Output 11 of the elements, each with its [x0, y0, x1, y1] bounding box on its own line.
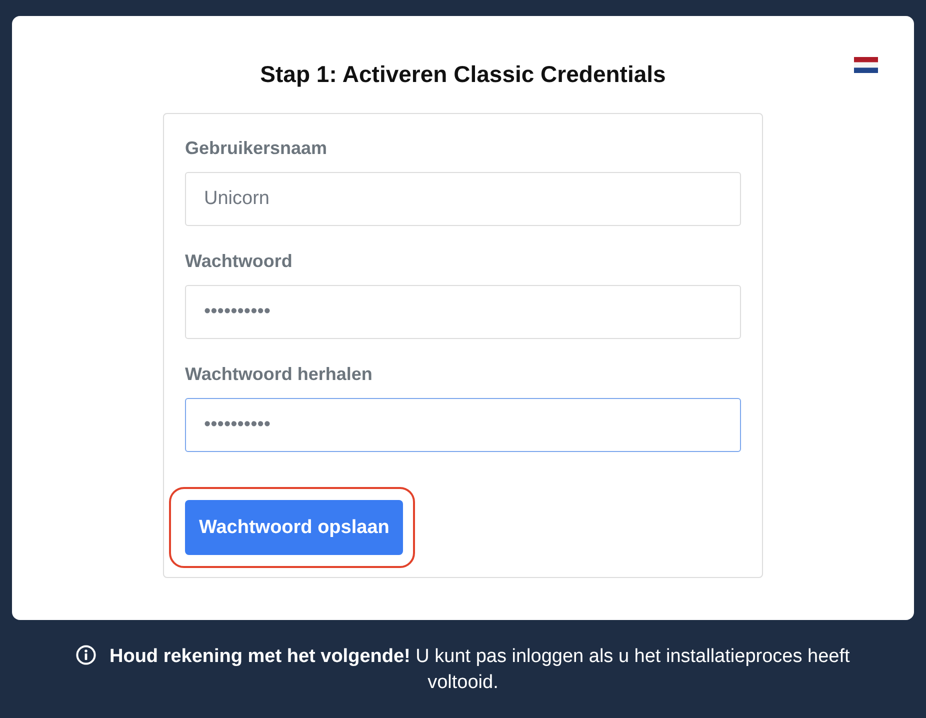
- notice-text: Houd rekening met het volgende! U kunt pas inloggen als u het installatieproces heeft voltooid.: [110, 646, 850, 693]
- field-label: Wachtwoord: [185, 250, 292, 273]
- text-field[interactable]: ••••••••••: [185, 398, 741, 452]
- flag-icon[interactable]: [854, 57, 878, 73]
- text-field[interactable]: ••••••••••: [185, 285, 741, 339]
- info-icon: [76, 645, 96, 665]
- field-label: Gebruikersnaam: [185, 137, 328, 160]
- field-label: Wachtwoord herhalen: [185, 363, 372, 386]
- save-password-button[interactable]: Wachtwoord opslaan: [185, 500, 404, 555]
- text-field[interactable]: Unicorn: [185, 172, 741, 226]
- page-title: Stap 1: Activeren Classic Credentials: [260, 60, 666, 89]
